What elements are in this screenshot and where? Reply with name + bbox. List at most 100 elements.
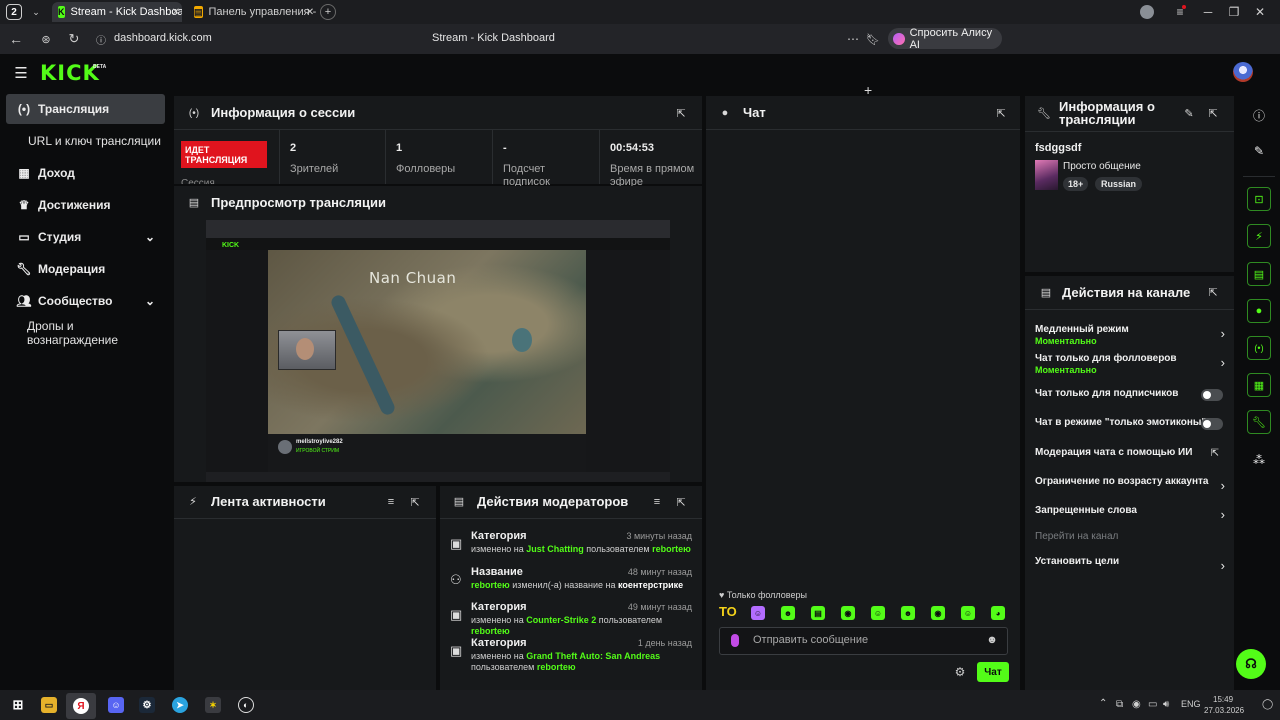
stream-preview-video[interactable]: KICK Nan Chuan mellstroylive282 ИГРОВОЙ …: [206, 220, 670, 482]
emoji-icon[interactable]: ☻: [986, 634, 998, 646]
close-tab-icon[interactable]: ✕: [304, 6, 316, 18]
yandex-protect-icon[interactable]: ⊛: [38, 31, 54, 47]
desc-user[interactable]: reborteю: [537, 662, 576, 672]
popout-icon[interactable]: ⇱: [1206, 285, 1220, 299]
tray-clock-date[interactable]: 27.03.2026: [1204, 706, 1244, 715]
tab-counter[interactable]: 2: [6, 4, 22, 20]
emote-icon[interactable]: ▤: [811, 606, 825, 620]
desc-target[interactable]: reborteю: [471, 580, 510, 590]
emote-icon[interactable]: ☺: [871, 606, 885, 620]
emote-icon[interactable]: ☻: [781, 606, 795, 620]
file-explorer-icon[interactable]: ▭: [41, 697, 57, 713]
desc-user[interactable]: reborteю: [652, 544, 691, 554]
action-account-age[interactable]: Ограничение по возрасту аккаунта ›: [1035, 476, 1225, 498]
start-icon[interactable]: ⊞: [10, 697, 26, 713]
rail-clipboard-icon[interactable]: ▤: [1247, 262, 1271, 286]
tray-network-icon[interactable]: ⧉: [1116, 699, 1123, 710]
microphone-icon[interactable]: [731, 634, 739, 647]
popout-icon[interactable]: ⇱: [674, 495, 688, 509]
desc-target[interactable]: Counter-Strike 2: [526, 615, 596, 625]
tag-badge[interactable]: 18+: [1063, 177, 1089, 191]
new-tab-icon[interactable]: +: [320, 4, 336, 20]
info-icon[interactable]: ⓘ: [1250, 106, 1268, 124]
profile-avatar-icon[interactable]: [1140, 5, 1154, 19]
more-icon[interactable]: ⋯: [846, 31, 860, 47]
address-url[interactable]: dashboard.kick.com: [114, 32, 212, 44]
action-emote-only-chat[interactable]: Чат в режиме "только эмотиконы": [1035, 417, 1225, 439]
rail-broadcast-icon[interactable]: (•): [1247, 336, 1271, 360]
tab-kick-dashboard[interactable]: K Stream - Kick Dashboard: [52, 2, 182, 22]
emote-only-toggle[interactable]: [1201, 418, 1223, 430]
close-tab-icon[interactable]: ✕: [170, 6, 182, 18]
emote-icon[interactable]: ◉: [841, 606, 855, 620]
action-slow-mode[interactable]: Медленный режим Моментально ›: [1035, 324, 1225, 346]
popout-icon[interactable]: ⇱: [994, 106, 1008, 120]
app-sparkle-icon[interactable]: ✶: [205, 697, 221, 713]
chat-send-button[interactable]: Чат: [977, 662, 1009, 682]
yandex-browser-icon[interactable]: Я: [66, 693, 96, 719]
edit-pencil-icon[interactable]: ✎: [1250, 142, 1268, 160]
rail-bolt-icon[interactable]: ⚡︎: [1247, 224, 1271, 248]
tab-control-panel[interactable]: ▤ Панель управления - Do: [188, 2, 316, 22]
obs-icon[interactable]: ◐: [238, 697, 254, 713]
emote-icon[interactable]: ☺: [751, 606, 765, 620]
alice-button[interactable]: Спросить Алису AI: [888, 27, 1002, 51]
tray-chevron-icon[interactable]: ⌃: [1099, 698, 1107, 709]
tabs-dropdown-icon[interactable]: ⌄: [28, 4, 44, 20]
sidebar-item-url-key[interactable]: URL и ключ трансляции: [6, 126, 165, 156]
popout-icon[interactable]: ⇱: [674, 106, 688, 120]
rail-chat-icon[interactable]: ●: [1247, 299, 1271, 323]
site-info-icon[interactable]: ⓘ: [94, 32, 108, 47]
action-ai-moderation[interactable]: Модерация чата с помощью ИИ ⇱: [1035, 447, 1225, 469]
discord-icon[interactable]: ☺: [108, 697, 124, 713]
emote-to[interactable]: ТО: [719, 604, 737, 619]
hamburger-menu-icon[interactable]: ☰: [13, 65, 29, 82]
tray-display-icon[interactable]: ▭: [1148, 699, 1157, 710]
action-subscribers-only-chat[interactable]: Чат только для подписчиков: [1035, 388, 1225, 410]
filter-icon[interactable]: ≡: [650, 495, 664, 509]
rail-wrench-icon[interactable]: 🔧︎: [1247, 410, 1271, 434]
notifications-icon[interactable]: ◯: [1262, 699, 1273, 710]
sidebar-item-community[interactable]: 👥︎ Сообщество ⌄: [6, 286, 165, 316]
desc-target[interactable]: Just Chatting: [526, 544, 584, 554]
back-icon[interactable]: ←: [8, 31, 24, 47]
rail-preview-icon[interactable]: ▦: [1247, 373, 1271, 397]
sidebar-item-broadcast[interactable]: (•) Трансляция: [6, 94, 165, 124]
filter-icon[interactable]: ≡: [384, 495, 398, 509]
telegram-icon[interactable]: ➤: [172, 697, 188, 713]
rail-scan-icon[interactable]: ⊡: [1247, 187, 1271, 211]
close-window-icon[interactable]: ✕: [1250, 3, 1270, 21]
action-go-to-channel[interactable]: Перейти на канал: [1035, 531, 1225, 553]
emote-icon[interactable]: ◉: [931, 606, 945, 620]
action-followers-only-chat[interactable]: Чат только для фолловеров Моментально ›: [1035, 353, 1225, 375]
popout-icon[interactable]: ⇱: [408, 495, 422, 509]
avatar[interactable]: [1233, 62, 1253, 82]
minimize-icon[interactable]: ─: [1198, 3, 1218, 21]
edit-pencil-icon[interactable]: ✎: [1182, 106, 1196, 120]
sidebar-item-drops[interactable]: Дропы и вознаграждение: [6, 318, 165, 348]
desc-target[interactable]: Grand Theft Auto: San Andreas: [526, 651, 660, 661]
sidebar-item-studio[interactable]: ▭ Студия ⌄: [6, 222, 165, 252]
bookmark-icon[interactable]: 🔖︎: [866, 31, 880, 47]
rail-nodes-icon[interactable]: ⁂: [1250, 451, 1268, 469]
sidebar-item-moderation[interactable]: 🔧︎ Модерация: [6, 254, 165, 284]
emote-icon[interactable]: ☺: [961, 606, 975, 620]
tray-mic-icon[interactable]: ◉: [1132, 699, 1141, 710]
action-set-goals[interactable]: Установить цели ›: [1035, 556, 1225, 578]
sidebar-item-achievements[interactable]: ♛ Достижения: [6, 190, 165, 220]
steam-icon[interactable]: ⚙: [139, 697, 155, 713]
keyboard-language[interactable]: ENG: [1181, 699, 1201, 709]
popout-icon[interactable]: ⇱: [1206, 106, 1220, 120]
reload-icon[interactable]: ↻: [66, 31, 82, 47]
emote-icon[interactable]: ☻: [901, 606, 915, 620]
restore-icon[interactable]: ❐: [1224, 3, 1244, 21]
kick-logo[interactable]: KICK: [40, 61, 100, 85]
desc-user[interactable]: reborteю: [471, 626, 510, 636]
sidebar-item-revenue[interactable]: ▦ Доход: [6, 158, 165, 188]
action-banned-words[interactable]: Запрещенные слова ›: [1035, 505, 1225, 527]
tray-clock-time[interactable]: 15:49: [1213, 695, 1233, 704]
tray-sound-icon[interactable]: 🔊︎: [1163, 699, 1169, 710]
settings-gear-icon[interactable]: ⚙: [953, 665, 967, 679]
emote-icon[interactable]: ◕: [991, 606, 1005, 620]
tag-badge[interactable]: Russian: [1095, 177, 1143, 191]
